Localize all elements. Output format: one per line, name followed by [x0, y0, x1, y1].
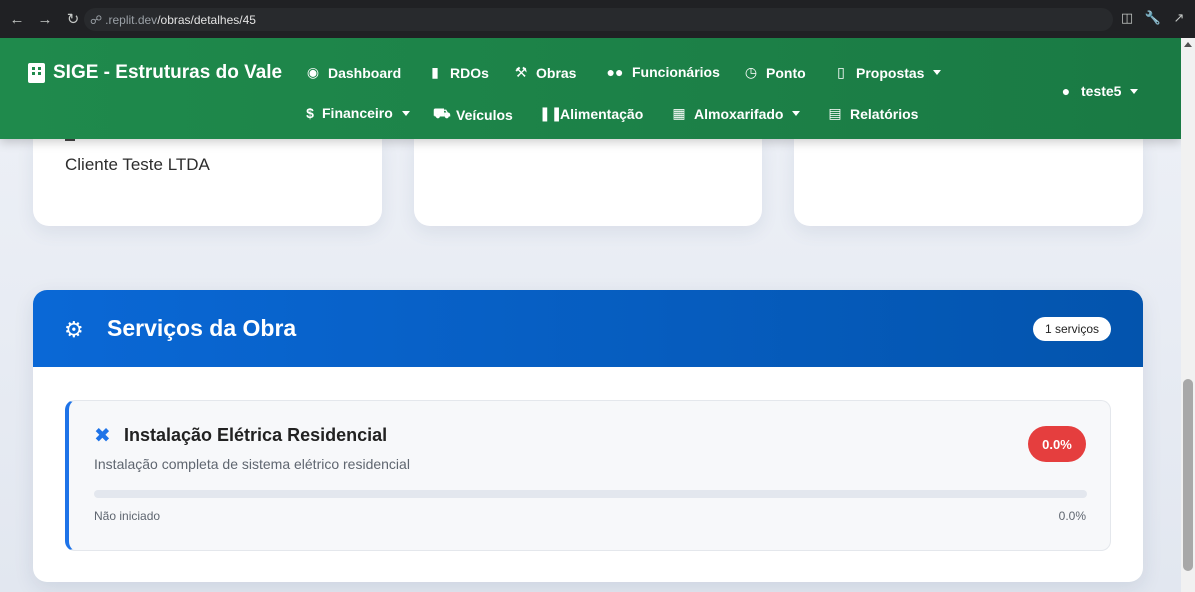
- user-icon: ●: [1061, 83, 1071, 99]
- utensils-icon: ❚❚: [539, 105, 563, 121]
- nav-label: Relatórios: [850, 105, 919, 122]
- services-count-badge: 1 serviços: [1032, 317, 1111, 341]
- car-icon: ⛟: [433, 105, 451, 121]
- nav-ponto[interactable]: ◷ Ponto: [743, 64, 806, 81]
- address-bar[interactable]: ☍ .replit.dev /obras/detalhes/45: [84, 8, 1113, 31]
- services-title: Serviços da Obra: [107, 315, 297, 341]
- building-icon: [28, 63, 45, 83]
- browser-toolbar: ← → ↻ ☍ .replit.dev /obras/detalhes/45 ◫…: [0, 0, 1195, 38]
- nav-label: Ponto: [766, 64, 806, 81]
- wrench-icon[interactable]: 🔧: [1145, 10, 1161, 26]
- info-card: [794, 138, 1143, 226]
- page-viewport: Cliente Teste LTDA SIGE - Estruturas do …: [0, 38, 1181, 592]
- nav-alimentacao[interactable]: ❚❚ Alimentação: [539, 105, 643, 122]
- devices-icon[interactable]: ◫: [1119, 10, 1135, 26]
- chevron-down-icon: [792, 111, 801, 116]
- nav-label: Veículos: [456, 106, 513, 123]
- scroll-up-icon[interactable]: [1184, 42, 1192, 47]
- dollar-icon: $: [306, 105, 314, 121]
- nav-label: Propostas: [856, 64, 925, 81]
- reload-icon[interactable]: ↻: [62, 8, 84, 30]
- services-header: ⚙ Serviços da Obra 1 serviços: [33, 290, 1143, 367]
- services-card: ⚙ Serviços da Obra 1 serviços ✖ Instalaç…: [33, 290, 1143, 582]
- service-percent-badge: 0.0%: [1028, 426, 1086, 462]
- service-item[interactable]: ✖ Instalação Elétrica Residencial Instal…: [65, 400, 1111, 551]
- nav-funcionarios[interactable]: ●● Funcionários: [605, 64, 720, 80]
- nav-dashboard[interactable]: ◉ Dashboard: [305, 64, 401, 81]
- brand-name: SIGE - Estruturas do Vale: [53, 62, 283, 83]
- chevron-down-icon: [401, 110, 410, 116]
- back-icon[interactable]: ←: [6, 8, 28, 30]
- client-card: Cliente Teste LTDA: [33, 138, 382, 226]
- hammer-icon: ⚒: [514, 64, 528, 80]
- page-scrollbar[interactable]: [1181, 38, 1195, 592]
- forward-icon[interactable]: →: [34, 8, 56, 30]
- users-icon: ●●: [606, 64, 624, 80]
- nav-label: Almoxarifado: [694, 105, 784, 122]
- url-host: .replit.dev: [105, 12, 158, 27]
- nav-label: Funcionários: [632, 64, 720, 80]
- info-card: [414, 138, 762, 226]
- nav-rdos[interactable]: ▮ RDOs: [427, 64, 489, 81]
- chart-icon: ▤: [828, 105, 842, 121]
- nav-relatorios[interactable]: ▤ Relatórios: [827, 105, 918, 122]
- url-path: /obras/detalhes/45: [157, 12, 256, 27]
- service-status: Não iniciado: [94, 509, 161, 523]
- nav-financeiro[interactable]: $ Financeiro: [305, 105, 410, 121]
- nav-label: Dashboard: [328, 64, 402, 81]
- clipboard-icon: ▮: [431, 64, 439, 80]
- service-title: Instalação Elétrica Residencial: [124, 425, 388, 445]
- chevron-down-icon: [933, 70, 942, 75]
- link-icon: ☍: [90, 12, 103, 27]
- user-name: teste5: [1081, 83, 1122, 99]
- nav-propostas[interactable]: ▯ Propostas: [833, 64, 942, 81]
- scrollbar-thumb[interactable]: [1183, 379, 1193, 571]
- nav-label: Financeiro: [322, 105, 393, 121]
- clock-icon: ◷: [744, 64, 758, 80]
- user-menu[interactable]: ● teste5: [1058, 83, 1139, 99]
- main-navbar: SIGE - Estruturas do Vale ◉ Dashboard ▮ …: [0, 38, 1181, 139]
- nav-obras[interactable]: ⚒ Obras: [513, 64, 577, 81]
- nav-label: RDOs: [450, 64, 489, 81]
- toolbar-icons: ◫ 🔧 ↗: [1119, 10, 1187, 26]
- brand-link[interactable]: SIGE - Estruturas do Vale: [28, 62, 282, 84]
- nav-almoxarifado[interactable]: ▦ Almoxarifado: [671, 105, 801, 122]
- client-name: Cliente Teste LTDA: [65, 155, 210, 174]
- nav-label: Alimentação: [560, 105, 644, 122]
- chevron-down-icon: [1130, 88, 1139, 94]
- service-description: Instalação completa de sistema elétrico …: [94, 456, 410, 472]
- open-external-icon[interactable]: ↗: [1171, 10, 1187, 26]
- service-status-percent: 0.0%: [1058, 509, 1086, 523]
- gauge-icon: ◉: [306, 64, 320, 80]
- tools-icon: ✖: [94, 425, 111, 447]
- service-progress-bar: [94, 490, 1087, 498]
- file-icon: ▯: [837, 64, 845, 80]
- nav-label: Obras: [536, 64, 577, 81]
- gears-icon: ⚙: [64, 317, 84, 342]
- nav-veiculos[interactable]: ⛟ Veículos: [433, 105, 513, 124]
- boxes-icon: ▦: [672, 105, 686, 121]
